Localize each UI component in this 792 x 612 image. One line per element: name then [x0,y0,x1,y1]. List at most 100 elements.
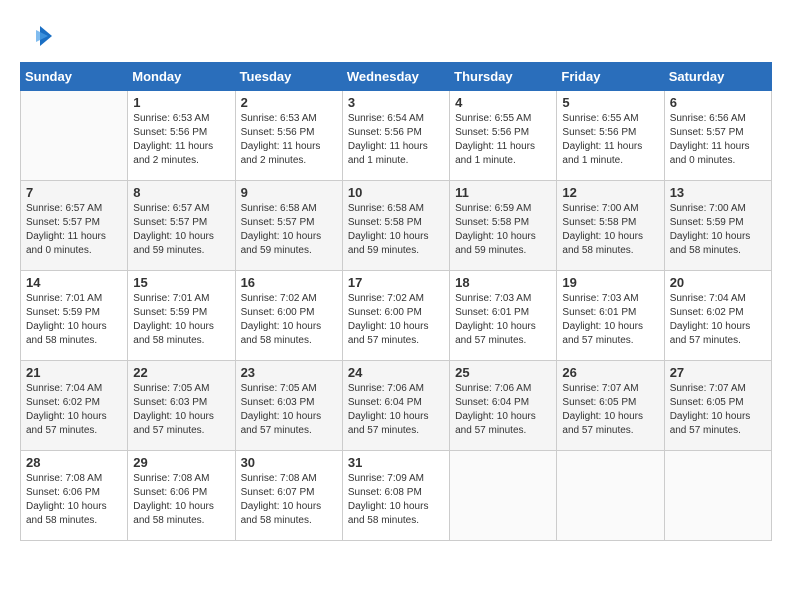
calendar-cell: 14 Sunrise: 7:01 AM Sunset: 5:59 PM Dayli… [21,271,128,361]
cell-info: Sunrise: 7:04 AM Sunset: 6:02 PM Dayligh… [26,382,122,438]
day-number: 25 [455,365,551,380]
week-row-1: 7 Sunrise: 6:57 AM Sunset: 5:57 PM Daylig… [21,181,772,271]
day-number: 21 [26,365,122,380]
calendar-cell: 4Sunrise: 6:55 AM Sunset: 5:56 PM Daylig… [450,91,557,181]
cell-info: Sunrise: 7:08 AM Sunset: 6:06 PM Dayligh… [26,472,122,528]
day-number: 4 [455,95,551,110]
weekday-sunday: Sunday [21,63,128,91]
cell-info: Sunrise: 7:09 AM Sunset: 6:08 PM Dayligh… [348,472,444,528]
cell-info: Sunrise: 7:02 AM Sunset: 6:00 PM Dayligh… [348,292,444,348]
cell-info: Sunrise: 6:54 AM Sunset: 5:56 PM Dayligh… [348,112,444,168]
cell-info: Sunrise: 6:58 AM Sunset: 5:57 PM Dayligh… [241,202,337,258]
cell-info: Sunrise: 7:07 AM Sunset: 6:05 PM Dayligh… [670,382,766,438]
day-number: 20 [670,275,766,290]
calendar-cell: 7Sunrise: 6:57 AM Sunset: 5:57 PM Daylig… [21,181,128,271]
cell-info: Sunrise: 6:53 AM Sunset: 5:56 PM Dayligh… [241,112,337,168]
weekday-tuesday: Tuesday [235,63,342,91]
cell-info: Sunrise: 7:00 AM Sunset: 5:59 PM Dayligh… [670,202,766,258]
calendar-cell: 9 Sunrise: 6:58 AM Sunset: 5:57 PM Daylig… [235,181,342,271]
calendar-cell: 21 Sunrise: 7:04 AM Sunset: 6:02 PM Dayli… [21,361,128,451]
day-number: 26 [562,365,658,380]
calendar-cell: 20 Sunrise: 7:04 AM Sunset: 6:02 PM Dayli… [664,271,771,361]
day-number: 7 [26,185,122,200]
calendar-body: 1 Sunrise: 6:53 AM Sunset: 5:56 PM Daylig… [21,91,772,541]
day-number: 30 [241,455,337,470]
calendar-cell: 18 Sunrise: 7:03 AM Sunset: 6:01 PM Dayli… [450,271,557,361]
calendar-cell: 5 Sunrise: 6:55 AM Sunset: 5:56 PM Daylig… [557,91,664,181]
week-row-2: 14 Sunrise: 7:01 AM Sunset: 5:59 PM Dayli… [21,271,772,361]
weekday-header-row: SundayMondayTuesdayWednesdayThursdayFrid… [21,63,772,91]
cell-info: Sunrise: 7:03 AM Sunset: 6:01 PM Dayligh… [455,292,551,348]
day-number: 28 [26,455,122,470]
weekday-saturday: Saturday [664,63,771,91]
week-row-4: 28 Sunrise: 7:08 AM Sunset: 6:06 PM Dayli… [21,451,772,541]
day-number: 5 [562,95,658,110]
day-number: 18 [455,275,551,290]
calendar-cell: 25 Sunrise: 7:06 AM Sunset: 6:04 PM Dayli… [450,361,557,451]
calendar-table: SundayMondayTuesdayWednesdayThursdayFrid… [20,62,772,541]
header [20,20,772,52]
day-number: 17 [348,275,444,290]
calendar-cell: 12 Sunrise: 7:00 AM Sunset: 5:58 PM Dayli… [557,181,664,271]
cell-info: Sunrise: 7:02 AM Sunset: 6:00 PM Dayligh… [241,292,337,348]
calendar-cell: 6 Sunrise: 6:56 AM Sunset: 5:57 PM Daylig… [664,91,771,181]
calendar-cell: 1 Sunrise: 6:53 AM Sunset: 5:56 PM Daylig… [128,91,235,181]
day-number: 27 [670,365,766,380]
cell-info: Sunrise: 7:08 AM Sunset: 6:07 PM Dayligh… [241,472,337,528]
calendar-cell: 17 Sunrise: 7:02 AM Sunset: 6:00 PM Dayli… [342,271,449,361]
logo-icon [22,20,54,52]
weekday-wednesday: Wednesday [342,63,449,91]
cell-info: Sunrise: 7:00 AM Sunset: 5:58 PM Dayligh… [562,202,658,258]
cell-info: Sunrise: 6:58 AM Sunset: 5:58 PM Dayligh… [348,202,444,258]
day-number: 2 [241,95,337,110]
cell-info: Sunrise: 7:04 AM Sunset: 6:02 PM Dayligh… [670,292,766,348]
cell-info: Sunrise: 7:06 AM Sunset: 6:04 PM Dayligh… [455,382,551,438]
weekday-monday: Monday [128,63,235,91]
cell-info: Sunrise: 6:55 AM Sunset: 5:56 PM Dayligh… [562,112,658,168]
week-row-3: 21 Sunrise: 7:04 AM Sunset: 6:02 PM Dayli… [21,361,772,451]
cell-info: Sunrise: 7:01 AM Sunset: 5:59 PM Dayligh… [26,292,122,348]
calendar-cell [21,91,128,181]
day-number: 22 [133,365,229,380]
day-number: 12 [562,185,658,200]
cell-info: Sunrise: 7:07 AM Sunset: 6:05 PM Dayligh… [562,382,658,438]
weekday-friday: Friday [557,63,664,91]
week-row-0: 1 Sunrise: 6:53 AM Sunset: 5:56 PM Daylig… [21,91,772,181]
logo [20,20,54,52]
cell-info: Sunrise: 6:56 AM Sunset: 5:57 PM Dayligh… [670,112,766,168]
calendar-cell [664,451,771,541]
day-number: 6 [670,95,766,110]
day-number: 3 [348,95,444,110]
calendar-cell: 24 Sunrise: 7:06 AM Sunset: 6:04 PM Dayli… [342,361,449,451]
day-number: 1 [133,95,229,110]
day-number: 23 [241,365,337,380]
day-number: 29 [133,455,229,470]
calendar-cell: 31 Sunrise: 7:09 AM Sunset: 6:08 PM Dayli… [342,451,449,541]
day-number: 9 [241,185,337,200]
cell-info: Sunrise: 6:53 AM Sunset: 5:56 PM Dayligh… [133,112,229,168]
calendar-cell: 15 Sunrise: 7:01 AM Sunset: 5:59 PM Dayli… [128,271,235,361]
calendar-cell: 10Sunrise: 6:58 AM Sunset: 5:58 PM Dayli… [342,181,449,271]
day-number: 11 [455,185,551,200]
cell-info: Sunrise: 7:05 AM Sunset: 6:03 PM Dayligh… [133,382,229,438]
calendar-cell: 16 Sunrise: 7:02 AM Sunset: 6:00 PM Dayli… [235,271,342,361]
day-number: 31 [348,455,444,470]
cell-info: Sunrise: 7:01 AM Sunset: 5:59 PM Dayligh… [133,292,229,348]
calendar-cell: 23Sunrise: 7:05 AM Sunset: 6:03 PM Dayli… [235,361,342,451]
calendar-cell: 30 Sunrise: 7:08 AM Sunset: 6:07 PM Dayli… [235,451,342,541]
calendar-cell: 19Sunrise: 7:03 AM Sunset: 6:01 PM Dayli… [557,271,664,361]
day-number: 15 [133,275,229,290]
day-number: 16 [241,275,337,290]
day-number: 14 [26,275,122,290]
cell-info: Sunrise: 6:57 AM Sunset: 5:57 PM Dayligh… [133,202,229,258]
cell-info: Sunrise: 6:59 AM Sunset: 5:58 PM Dayligh… [455,202,551,258]
calendar-cell: 3 Sunrise: 6:54 AM Sunset: 5:56 PM Daylig… [342,91,449,181]
cell-info: Sunrise: 7:06 AM Sunset: 6:04 PM Dayligh… [348,382,444,438]
day-number: 24 [348,365,444,380]
calendar-cell: 11 Sunrise: 6:59 AM Sunset: 5:58 PM Dayli… [450,181,557,271]
day-number: 8 [133,185,229,200]
calendar-cell: 13 Sunrise: 7:00 AM Sunset: 5:59 PM Dayli… [664,181,771,271]
calendar-cell: 29Sunrise: 7:08 AM Sunset: 6:06 PM Dayli… [128,451,235,541]
calendar-cell: 8 Sunrise: 6:57 AM Sunset: 5:57 PM Daylig… [128,181,235,271]
day-number: 13 [670,185,766,200]
